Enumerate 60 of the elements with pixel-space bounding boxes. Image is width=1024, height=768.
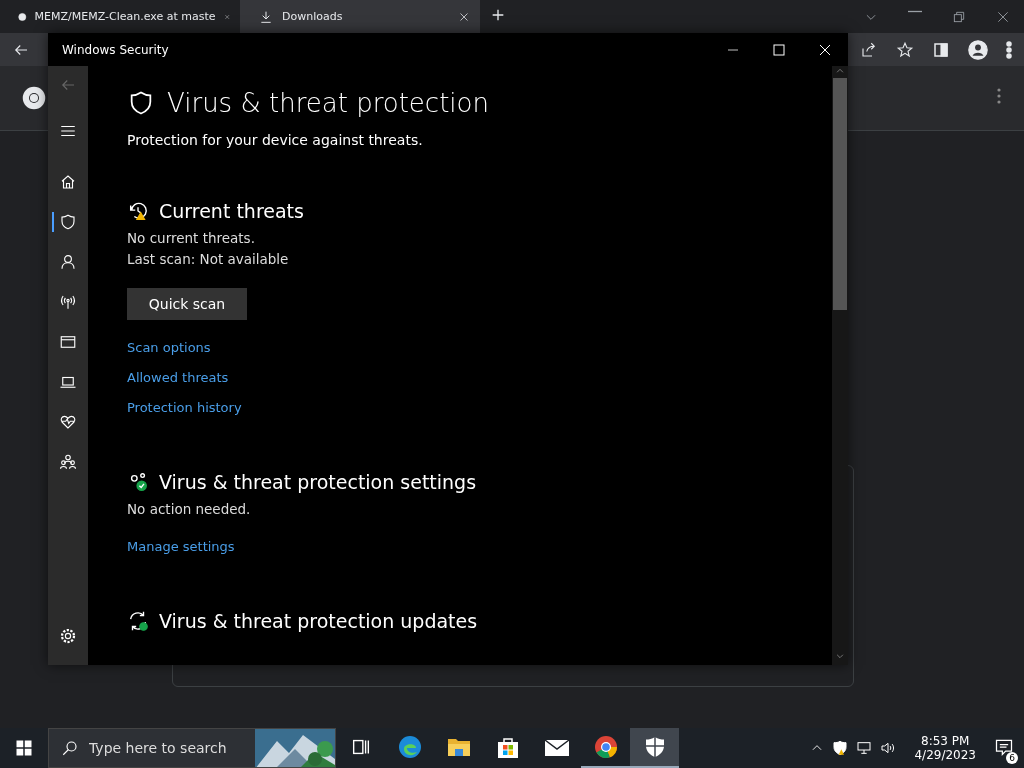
close-icon	[996, 9, 1010, 24]
chrome-logo-icon	[22, 86, 46, 110]
side-panel-icon	[932, 40, 950, 59]
close-icon	[458, 10, 470, 23]
section-heading: Current threats	[159, 200, 304, 222]
search-icon	[61, 739, 79, 757]
minimize-icon	[908, 9, 922, 13]
heart-pulse-icon	[59, 413, 77, 431]
volume-icon	[880, 740, 897, 756]
browser-tab[interactable]: MEMZ/MEMZ-Clean.exe at maste	[0, 0, 240, 33]
family-icon	[59, 453, 77, 471]
profile-icon	[968, 39, 988, 60]
status-text: Last scan: Not available	[127, 251, 290, 267]
link[interactable]: Scan options	[127, 340, 211, 355]
page-subtitle: Protection for your device against threats.	[127, 132, 424, 148]
security-warning-icon	[832, 740, 849, 756]
edge-icon	[397, 735, 422, 759]
refresh-check-icon	[127, 610, 149, 632]
home-icon	[59, 173, 77, 191]
app-window-icon	[59, 333, 77, 351]
page-heading: Virus & threat protection	[167, 88, 489, 118]
windows-logo-icon	[15, 739, 33, 757]
person-icon	[59, 253, 77, 271]
folder-icon	[446, 736, 471, 758]
browser-tab[interactable]: Downloads	[240, 0, 480, 33]
scroll-up-icon	[835, 66, 845, 76]
share-icon	[860, 40, 878, 59]
star-icon	[896, 40, 914, 59]
more-menu-icon	[1006, 40, 1012, 59]
section-heading: Virus & threat protection updates	[159, 610, 478, 632]
scroll-down-icon	[835, 651, 845, 661]
taskbar-app[interactable]	[630, 728, 679, 768]
search-box[interactable]: Type here to search	[48, 728, 336, 768]
shield-icon	[59, 213, 77, 231]
status-text: No current threats.	[127, 230, 256, 246]
search-field[interactable]: Type here to search	[89, 740, 239, 756]
window-title: Windows Security	[62, 42, 169, 57]
link[interactable]: Manage settings	[127, 539, 235, 554]
clock-date: 4/29/2023	[914, 748, 976, 762]
shield-icon	[644, 736, 665, 758]
history-warning-icon	[127, 200, 149, 222]
more-menu-icon	[996, 87, 1002, 105]
chrome-icon	[593, 735, 618, 759]
restore-icon	[952, 9, 966, 24]
network-icon	[856, 740, 873, 756]
link[interactable]: Allowed threats	[127, 370, 229, 385]
maximize-icon	[773, 43, 785, 56]
settings-icon	[59, 627, 77, 645]
close-icon	[819, 43, 831, 56]
status-text: No action needed.	[127, 501, 252, 517]
notification-count: 6	[1006, 751, 1018, 764]
link[interactable]: Protection history	[127, 400, 242, 415]
new-tab-icon	[490, 7, 506, 23]
quick-scan-button[interactable]: Quick scan	[127, 288, 247, 320]
scrollbar[interactable]	[832, 66, 848, 665]
mail-icon	[543, 737, 570, 757]
antenna-icon	[59, 293, 77, 311]
store-bag-icon	[496, 735, 519, 759]
clock-time: 8:53 PM	[921, 734, 970, 748]
section-heading: Virus & threat protection settings	[159, 471, 477, 493]
